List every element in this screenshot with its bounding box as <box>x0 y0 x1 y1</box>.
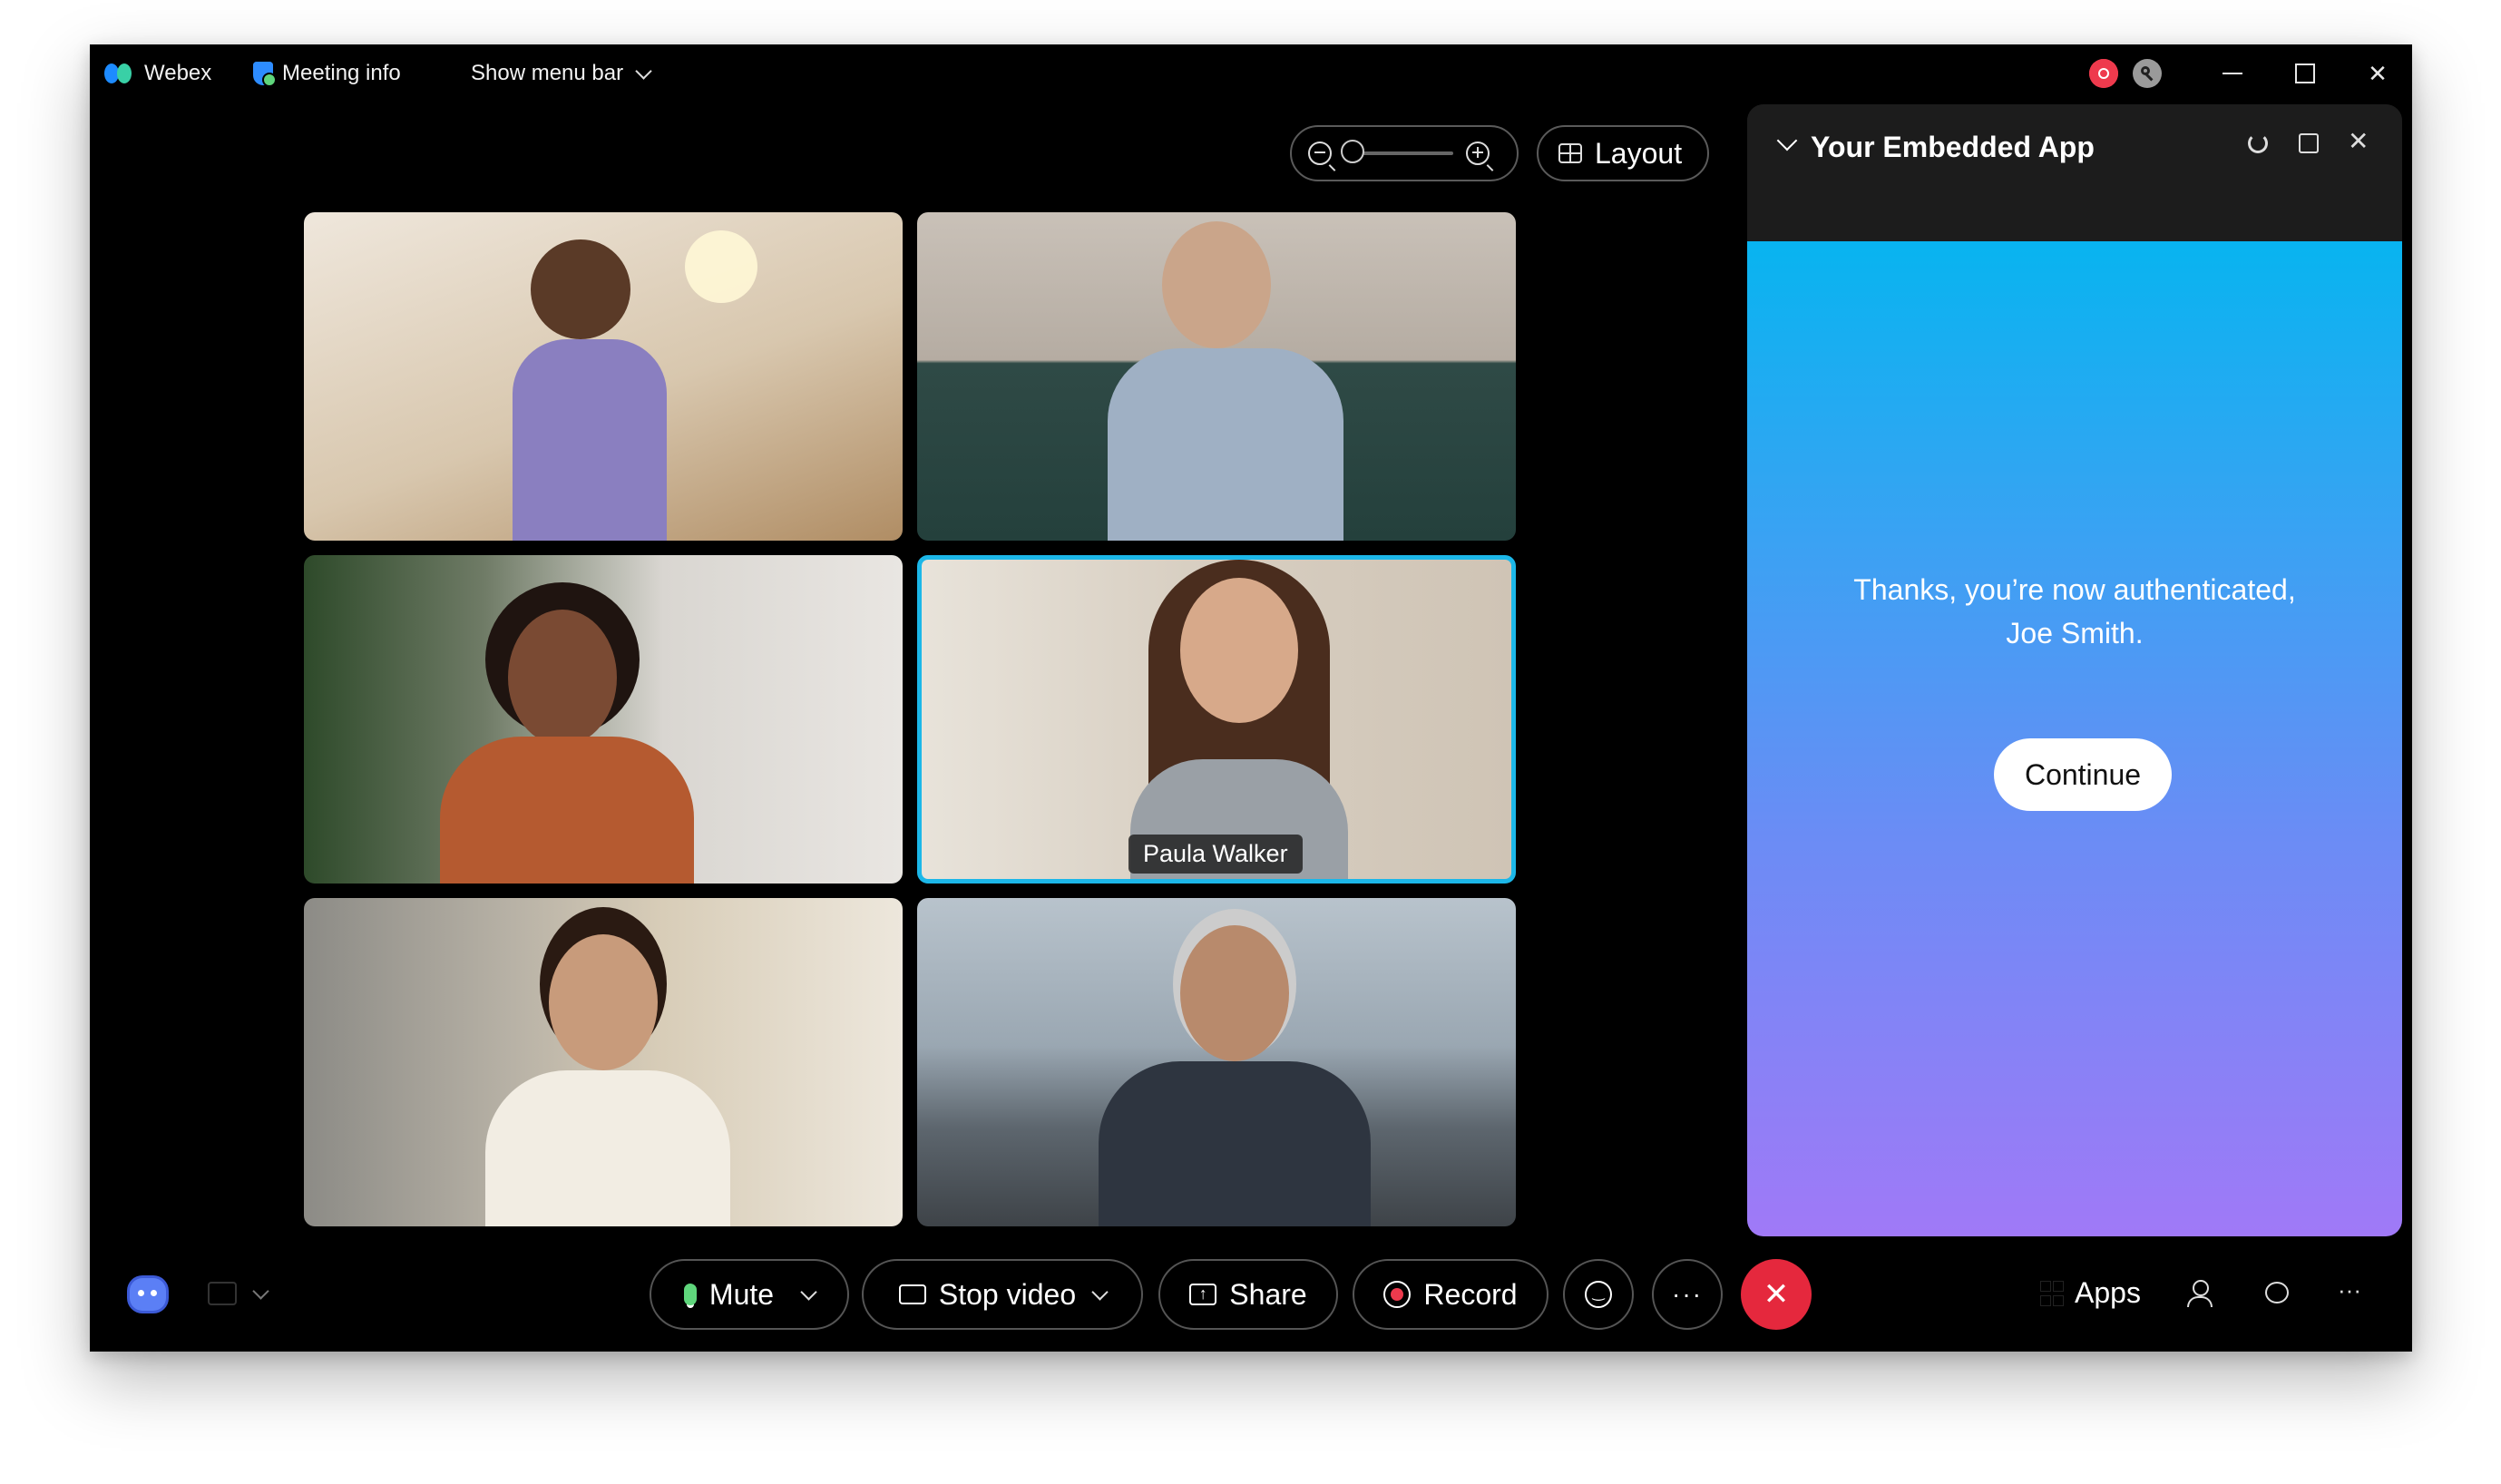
maximize-button[interactable] <box>2287 57 2323 90</box>
record-button[interactable]: Record <box>1353 1259 1548 1330</box>
stop-video-button[interactable]: Stop video <box>862 1259 1143 1330</box>
ai-assistant-icon[interactable] <box>130 1278 166 1311</box>
apps-label: Apps <box>2075 1276 2141 1309</box>
layout-button[interactable]: Layout <box>1537 125 1709 181</box>
zoom-slider-thumb[interactable] <box>1341 140 1364 163</box>
embedded-app-title: Your Embedded App <box>1811 131 2095 163</box>
participant-video-tile[interactable] <box>304 555 903 884</box>
end-call-icon: ✕ <box>1763 1277 1790 1312</box>
minimize-button[interactable] <box>2214 57 2251 90</box>
mute-button[interactable]: Mute <box>650 1259 849 1330</box>
recording-indicator-icon[interactable] <box>2089 59 2118 88</box>
captions-icon <box>208 1282 237 1305</box>
share-button[interactable]: ↑ Share <box>1158 1259 1338 1330</box>
chevron-down-icon[interactable] <box>1091 1283 1109 1301</box>
app-name: Webex <box>144 61 212 85</box>
meeting-info-label: Meeting info <box>282 61 401 85</box>
webex-meeting-window: Webex Meeting info Show menu bar ✕ Layou… <box>90 44 2412 1352</box>
maximize-icon <box>2295 63 2315 83</box>
embedded-app-header: Your Embedded App ✕ <box>1747 104 2402 241</box>
zoom-slider[interactable] <box>1341 140 1453 163</box>
camera-icon <box>898 1284 926 1304</box>
more-icon: ··· <box>2338 1276 2361 1303</box>
microphone-icon <box>683 1284 697 1305</box>
embedded-app-content: Thanks, you’re now authenticated, Joe Sm… <box>1747 241 2402 1236</box>
collapse-chevron-icon[interactable] <box>1776 130 1798 151</box>
layout-label: Layout <box>1595 136 1683 170</box>
more-options-button[interactable]: ··· <box>1652 1259 1723 1330</box>
leave-meeting-button[interactable]: ✕ <box>1741 1259 1812 1330</box>
auth-message-line-1: Thanks, you’re now authenticated, <box>1853 573 2296 606</box>
mute-label: Mute <box>708 1277 775 1311</box>
minimize-icon <box>2223 73 2242 74</box>
chevron-down-icon <box>635 62 652 80</box>
show-menu-bar-button[interactable]: Show menu bar <box>471 57 652 90</box>
participant-name-label: Paula Walker <box>1128 835 1303 874</box>
record-icon <box>1383 1281 1412 1308</box>
close-panel-icon[interactable]: ✕ <box>2348 126 2369 156</box>
emoji-icon: ‿ <box>1585 1281 1612 1308</box>
zoom-out-icon[interactable] <box>1308 142 1332 165</box>
participant-video-tile[interactable] <box>917 898 1516 1226</box>
auth-message: Thanks, you’re now authenticated, Joe Sm… <box>1747 568 2402 655</box>
auth-message-line-2: Joe Smith. <box>2006 617 2144 649</box>
participant-video-tile-active-speaker[interactable]: Paula Walker <box>917 555 1516 884</box>
embedded-app-panel: Your Embedded App ✕ Thanks, you’re now a… <box>1747 104 2402 1236</box>
more-panels-button[interactable]: ··· <box>2338 1276 2361 1304</box>
refresh-icon[interactable] <box>2248 133 2268 153</box>
close-icon: ✕ <box>2368 59 2388 87</box>
webex-logo-icon <box>104 62 135 85</box>
participant-video-tile[interactable] <box>304 212 903 541</box>
chevron-down-icon[interactable] <box>800 1283 817 1301</box>
pop-out-icon[interactable] <box>2299 133 2319 153</box>
apps-button[interactable]: Apps <box>2040 1276 2141 1310</box>
stop-video-label: Stop video <box>938 1277 1077 1311</box>
title-bar: Webex Meeting info Show menu bar ✕ <box>90 44 2412 103</box>
continue-button[interactable]: Continue <box>1994 738 2172 811</box>
close-window-button[interactable]: ✕ <box>2359 57 2396 90</box>
share-label: Share <box>1229 1277 1307 1311</box>
chevron-down-icon <box>252 1282 269 1300</box>
chat-icon <box>2265 1282 2289 1303</box>
show-menu-bar-label: Show menu bar <box>471 61 624 85</box>
meeting-info-button[interactable]: Meeting info <box>253 57 401 90</box>
zoom-control <box>1290 125 1519 181</box>
participants-icon <box>2193 1280 2209 1296</box>
meeting-secure-icon <box>253 62 277 87</box>
record-label: Record <box>1423 1277 1518 1311</box>
chat-button[interactable] <box>2265 1282 2291 1305</box>
more-icon: ··· <box>1672 1280 1703 1308</box>
share-screen-icon: ↑ <box>1189 1284 1217 1305</box>
key-icon[interactable] <box>2133 59 2162 88</box>
webex-menu[interactable]: Webex <box>104 57 211 90</box>
zoom-in-icon[interactable] <box>1466 142 1490 165</box>
participant-video-tile[interactable] <box>917 212 1516 541</box>
participant-video-tile[interactable] <box>304 898 903 1226</box>
apps-icon <box>2040 1280 2064 1306</box>
captions-menu[interactable] <box>208 1282 269 1305</box>
participants-button[interactable] <box>2187 1280 2216 1309</box>
reactions-button[interactable]: ‿ <box>1563 1259 1634 1330</box>
layout-grid-icon <box>1558 143 1582 163</box>
